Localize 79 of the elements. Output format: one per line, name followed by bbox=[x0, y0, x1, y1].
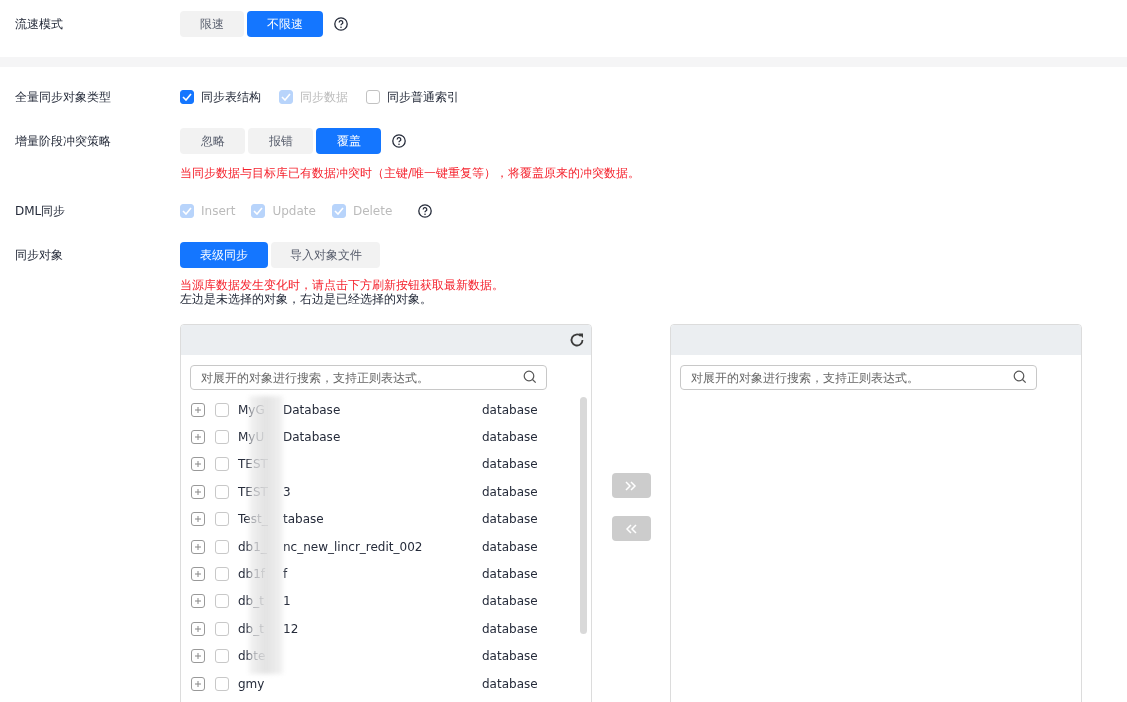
search-field[interactable]: 对展开的对象进行搜索，支持正则表达式。 bbox=[680, 365, 1037, 390]
warning-text: 当源库数据发生变化时，请点击下方刷新按钮获取最新数据。 bbox=[180, 278, 504, 292]
object-name: 1 bbox=[283, 594, 291, 609]
object-name: Database bbox=[283, 402, 341, 417]
object-type: database bbox=[482, 676, 538, 691]
checkbox-label: 同步数据 bbox=[300, 88, 348, 106]
expand-icon[interactable] bbox=[191, 621, 205, 636]
expand-icon[interactable] bbox=[191, 567, 205, 582]
segment-tab[interactable]: 覆盖 bbox=[316, 128, 381, 154]
refresh-icon[interactable] bbox=[569, 332, 585, 348]
checkbox[interactable] bbox=[215, 539, 229, 554]
segment-tab[interactable]: 限速 bbox=[180, 11, 244, 37]
object-type: database bbox=[482, 621, 538, 636]
expand-icon[interactable] bbox=[191, 649, 205, 664]
expand-icon[interactable] bbox=[191, 512, 205, 527]
segment-tab[interactable]: 导入对象文件 bbox=[271, 242, 380, 268]
expand-icon[interactable] bbox=[191, 539, 205, 554]
move-left-button[interactable] bbox=[611, 516, 651, 541]
object-type: database bbox=[482, 430, 538, 445]
checkbox[interactable] bbox=[215, 457, 229, 472]
field-label: DML同步 bbox=[14, 203, 67, 220]
object-name: Database bbox=[283, 430, 341, 445]
object-name: tabase bbox=[283, 512, 324, 527]
checkbox[interactable] bbox=[180, 90, 194, 104]
field-label: 流速模式 bbox=[14, 16, 64, 33]
help-icon[interactable] bbox=[392, 134, 406, 148]
expand-icon[interactable] bbox=[191, 430, 205, 445]
object-name: db1_ bbox=[238, 539, 268, 554]
object-type: database bbox=[482, 567, 538, 582]
help-icon[interactable] bbox=[334, 17, 348, 31]
expand-icon[interactable] bbox=[191, 402, 205, 417]
move-right-button[interactable] bbox=[611, 473, 651, 498]
object-type: database bbox=[482, 649, 538, 664]
checkbox[interactable] bbox=[215, 567, 229, 582]
object-name: nc_new_lincr_redit_002 bbox=[283, 539, 423, 554]
checkbox[interactable] bbox=[215, 594, 229, 609]
object-type: database bbox=[482, 402, 538, 417]
checkbox[interactable] bbox=[215, 512, 229, 527]
checkbox[interactable] bbox=[215, 430, 229, 445]
object-type: database bbox=[482, 457, 538, 472]
checkbox-label: Delete bbox=[352, 204, 393, 218]
hint-text: 左边是未选择的对象，右边是已经选择的对象。 bbox=[180, 292, 433, 306]
checkbox[interactable] bbox=[215, 649, 229, 664]
double-chevron-left-icon bbox=[625, 523, 637, 534]
search-field[interactable]: 对展开的对象进行搜索，支持正则表达式。 bbox=[190, 365, 547, 390]
checkbox-label: Insert bbox=[201, 204, 236, 218]
object-name: 3 bbox=[283, 484, 291, 499]
double-chevron-right-icon bbox=[625, 480, 637, 491]
field-label: 增量阶段冲突策略 bbox=[14, 133, 112, 150]
checkbox[interactable] bbox=[215, 402, 229, 417]
checkbox-label: 同步普通索引 bbox=[387, 88, 459, 106]
field-label: 同步对象 bbox=[14, 247, 64, 264]
object-name: gmy bbox=[238, 676, 266, 691]
field-label: 全量同步对象类型 bbox=[14, 89, 112, 106]
checkbox-label: 同步表结构 bbox=[201, 88, 261, 106]
warning-text: 当同步数据与目标库已有数据冲突时（主键/唯一键重复等），将覆盖原来的冲突数据。 bbox=[180, 166, 641, 180]
expand-icon[interactable] bbox=[191, 457, 205, 472]
object-type: database bbox=[482, 512, 538, 527]
expand-icon[interactable] bbox=[191, 484, 205, 499]
object-type: database bbox=[482, 539, 538, 554]
checkbox[interactable] bbox=[215, 621, 229, 636]
object-type: database bbox=[482, 484, 538, 499]
segment-tab[interactable]: 表级同步 bbox=[180, 242, 268, 268]
checkbox[interactable] bbox=[215, 484, 229, 499]
expand-icon[interactable] bbox=[191, 676, 205, 691]
search-icon[interactable] bbox=[1013, 370, 1027, 384]
object-type: database bbox=[482, 594, 538, 609]
object-name: f bbox=[283, 567, 288, 582]
segment-tab[interactable]: 报错 bbox=[248, 128, 313, 154]
segment-tab[interactable]: 忽略 bbox=[180, 128, 245, 154]
expand-icon[interactable] bbox=[191, 594, 205, 609]
scrollbar[interactable] bbox=[580, 397, 587, 634]
checkbox-label: Update bbox=[272, 204, 316, 218]
checkbox[interactable] bbox=[215, 676, 229, 691]
help-icon[interactable] bbox=[418, 204, 433, 218]
segment-tab[interactable]: 不限速 bbox=[247, 11, 323, 37]
search-icon[interactable] bbox=[523, 370, 537, 384]
object-name: 12 bbox=[283, 621, 299, 636]
checkbox[interactable] bbox=[366, 90, 380, 104]
